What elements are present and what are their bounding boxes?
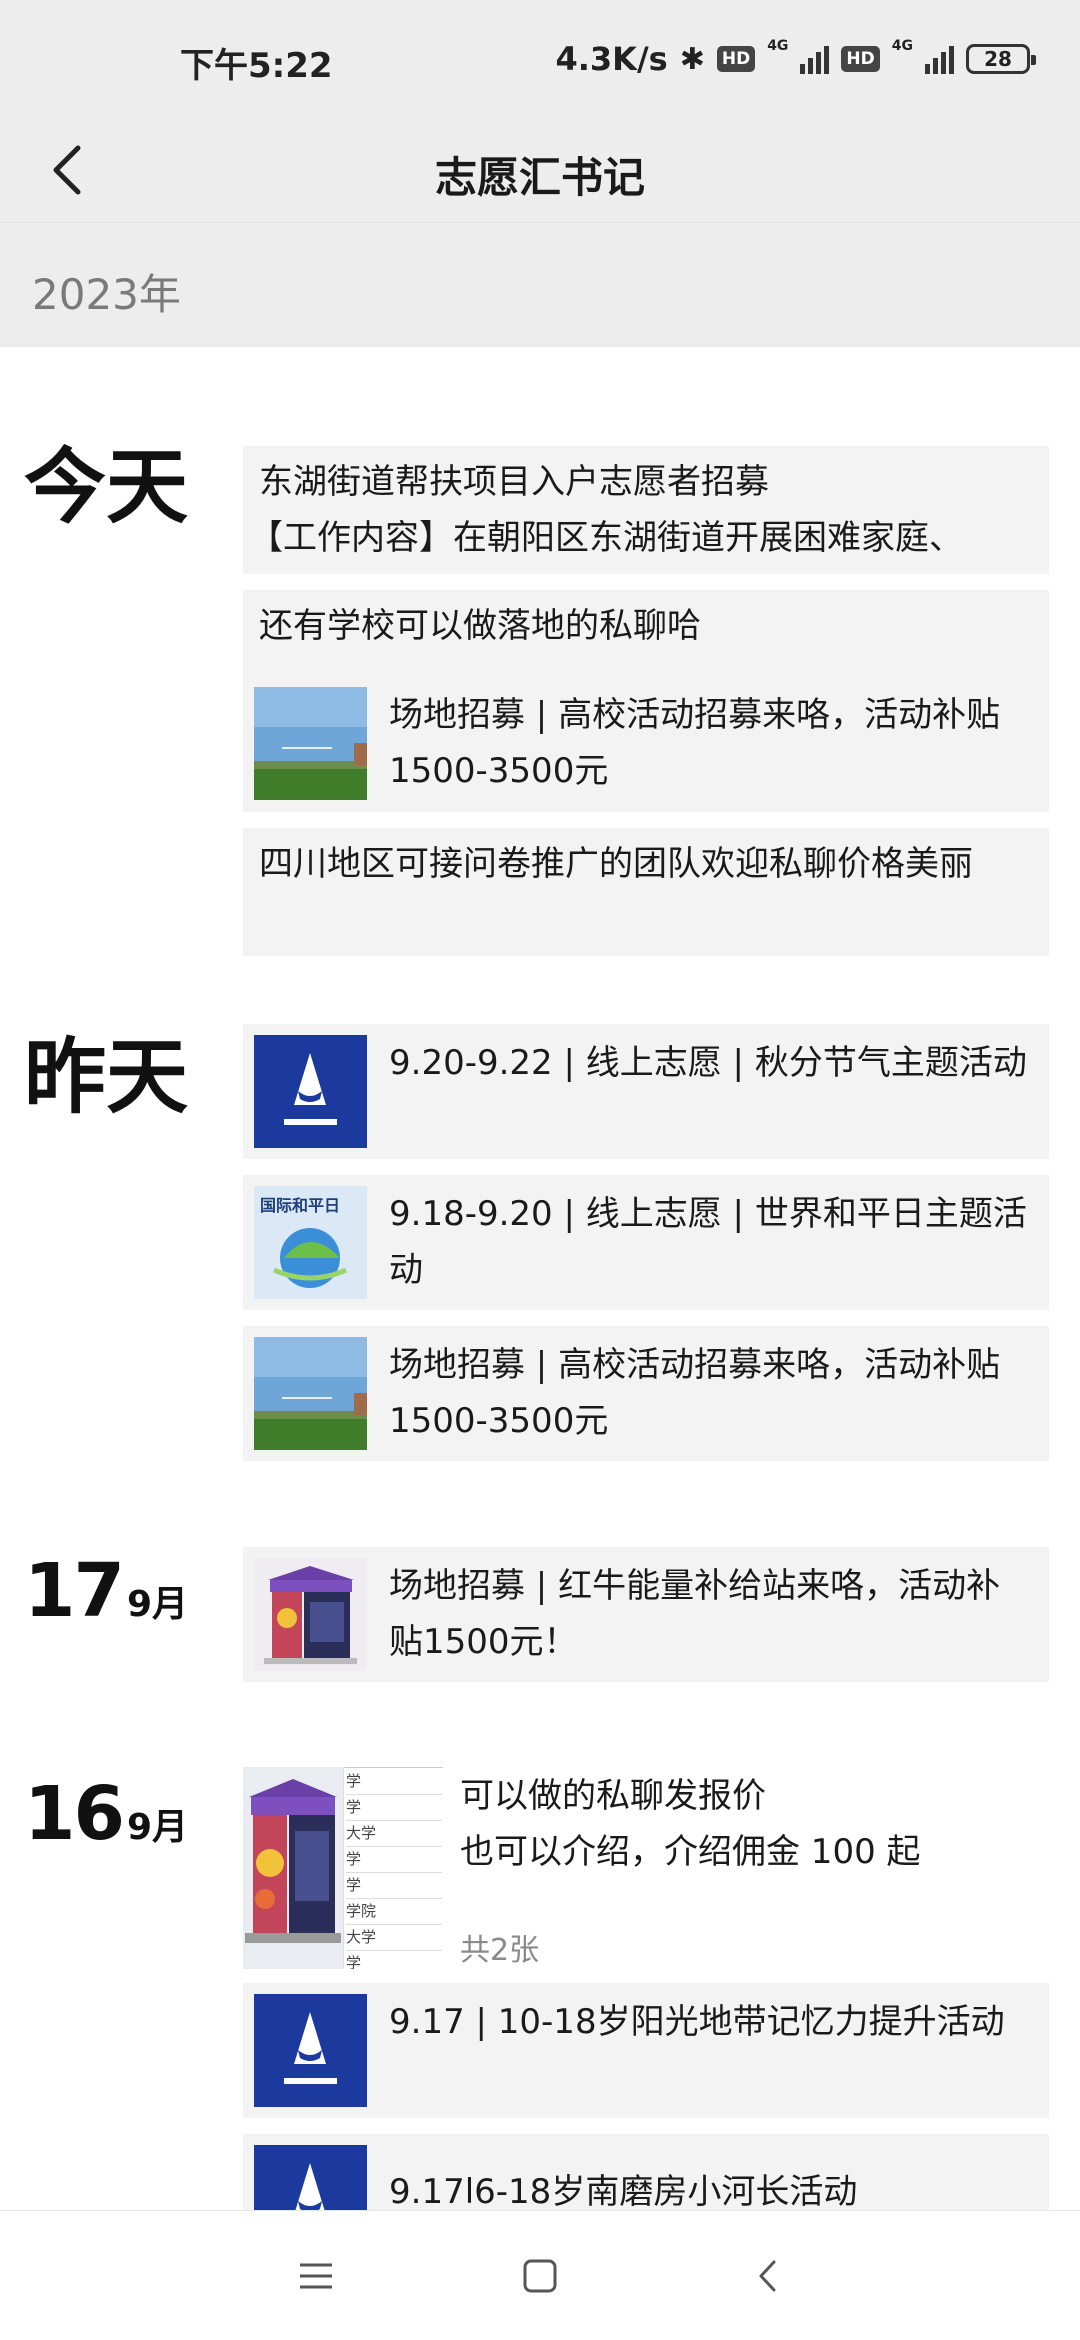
- school-list-image: 学 学 大学 学 学 学院 大学 学: [343, 1767, 443, 1969]
- link-title: 9.17 | 10-18岁阳光地带记忆力提升活动: [389, 2002, 1005, 2042]
- date-month: 9月: [126, 1584, 189, 1625]
- campus-thumbnail: [254, 1337, 367, 1450]
- post-text: 四川地区可接问卷推广的团队欢迎私聊价格美丽: [259, 844, 973, 884]
- shark-icon: [254, 1994, 367, 2107]
- date-day: 16: [24, 1771, 125, 1857]
- link-title: 9.18-9.20 | 线上志愿 | 世界和平日主题活动: [389, 1194, 1027, 1290]
- post-text-line1: 可以做的私聊发报价: [460, 1776, 766, 1816]
- image-post-thumbnails[interactable]: 学 学 大学 学 学 学院 大学 学: [243, 1767, 443, 1969]
- list-sheet-row: 大学: [346, 1821, 442, 1847]
- list-sheet-row: 学院: [346, 1899, 442, 1925]
- post-card[interactable]: 还有学校可以做落地的私聊哈 场地招募 | 高校活动招募来咯，活动补贴1500-3…: [243, 590, 1049, 812]
- peace-day-title: 国际和平日: [260, 1196, 341, 1215]
- post-text-line2: 也可以介绍，介绍佣金 100 起: [460, 1832, 921, 1872]
- list-sheet-row: 学: [346, 1769, 442, 1795]
- status-bar: 下午5:22 4.3K/s ✱ HD 4G HD 4G 28: [0, 0, 1080, 120]
- date-today: 今天: [24, 440, 189, 535]
- date-month: 9月: [126, 1807, 189, 1848]
- menu-icon: [300, 2263, 332, 2289]
- link-card[interactable]: 9.20-9.22 | 线上志愿 | 秋分节气主题活动: [243, 1024, 1049, 1159]
- shark-logo-thumbnail: [254, 1035, 367, 1148]
- battery-level: 28: [984, 47, 1012, 71]
- link-title: 场地招募 | 高校活动招募来咯，活动补贴1500-3500元: [389, 1345, 1001, 1441]
- date-day: 17: [24, 1548, 125, 1634]
- link-title: 9.17l6-18岁南磨房小河长活动: [389, 2172, 858, 2210]
- date-sep17: 17 9月: [24, 1554, 188, 1628]
- booth-photo: [243, 1767, 343, 1969]
- link-card[interactable]: 9.17 | 10-18岁阳光地带记忆力提升活动: [243, 1983, 1049, 2118]
- hd-icon: HD: [716, 46, 756, 72]
- post-caption: 还有学校可以做落地的私聊哈: [259, 606, 701, 646]
- moments-feed[interactable]: 今天 东湖街道帮扶项目入户志愿者招募 【工作内容】在朝阳区东湖街道开展困难家庭、…: [0, 347, 1080, 2210]
- year-label: 2023年: [32, 270, 181, 319]
- post-card[interactable]: 四川地区可接问卷推广的团队欢迎私聊价格美丽: [243, 828, 1049, 956]
- hd-icon-2: HD: [841, 46, 880, 72]
- peace-day-thumbnail: 国际和平日: [254, 1186, 367, 1299]
- link-title: 场地招募 | 高校活动招募来咯，活动补贴1500-3500元: [389, 695, 1001, 791]
- shark-icon: [254, 1035, 367, 1148]
- image-count: 共2张: [460, 1933, 540, 1968]
- back-icon: [759, 2260, 776, 2292]
- shark-logo-thumbnail: [254, 1994, 367, 2107]
- shark-icon: [254, 2145, 367, 2210]
- status-time: 下午5:22: [180, 46, 333, 86]
- link-card[interactable]: 9.17l6-18岁南磨房小河长活动: [243, 2134, 1049, 2210]
- battery-icon: 28: [966, 44, 1036, 74]
- post-card[interactable]: 东湖街道帮扶项目入户志愿者招募 【工作内容】在朝阳区东湖街道开展困难家庭、: [243, 446, 1049, 574]
- list-sheet-row: 学: [346, 1954, 362, 1969]
- page-title: 志愿汇书记: [434, 153, 645, 202]
- link-title: 9.20-9.22 | 线上志愿 | 秋分节气主题活动: [389, 1043, 1027, 1083]
- network-type-label-2: 4G: [891, 38, 913, 54]
- campus-thumbnail: [254, 687, 367, 800]
- bluetooth-icon: ✱: [679, 41, 705, 77]
- link-card[interactable]: 场地招募 | 高校活动招募来咯，活动补贴1500-3500元: [243, 1326, 1049, 1461]
- status-indicators: 4.3K/s ✱ HD 4G HD 4G 28: [555, 38, 1036, 78]
- home-icon: [523, 2259, 557, 2293]
- app-bar: 志愿汇书记: [0, 120, 1080, 222]
- year-header: 2023年: [0, 222, 1080, 347]
- signal-icon-2: [925, 44, 954, 74]
- menu-button[interactable]: [276, 2241, 356, 2311]
- home-button[interactable]: [500, 2241, 580, 2311]
- network-speed: 4.3K/s: [555, 40, 668, 78]
- nav-back-button[interactable]: [728, 2241, 808, 2311]
- booth-thumbnail: [254, 1558, 367, 1671]
- post-text-line1: 东湖街道帮扶项目入户志愿者招募: [259, 462, 769, 502]
- signal-icon: [800, 44, 830, 74]
- list-sheet-row: 学: [346, 1873, 442, 1899]
- list-sheet-row: 学: [346, 1847, 442, 1873]
- shark-logo-thumbnail: [254, 2145, 367, 2210]
- link-card[interactable]: 国际和平日 9.18-9.20 | 线上志愿 | 世界和平日主题活动: [243, 1175, 1049, 1310]
- system-nav-bar: [0, 2210, 1080, 2340]
- post-text-line2: 【工作内容】在朝阳区东湖街道开展困难家庭、: [249, 518, 963, 558]
- list-sheet-row: 学: [346, 1795, 442, 1821]
- network-type-label: 4G: [767, 38, 789, 54]
- date-yesterday: 昨天: [24, 1030, 189, 1125]
- link-title: 场地招募 | 红牛能量补给站来咯，活动补贴1500元！: [389, 1566, 1001, 1662]
- link-card[interactable]: 场地招募 | 红牛能量补给站来咯，活动补贴1500元！: [243, 1547, 1049, 1682]
- date-sep16: 16 9月: [24, 1777, 188, 1851]
- list-sheet-row: 大学: [346, 1925, 442, 1951]
